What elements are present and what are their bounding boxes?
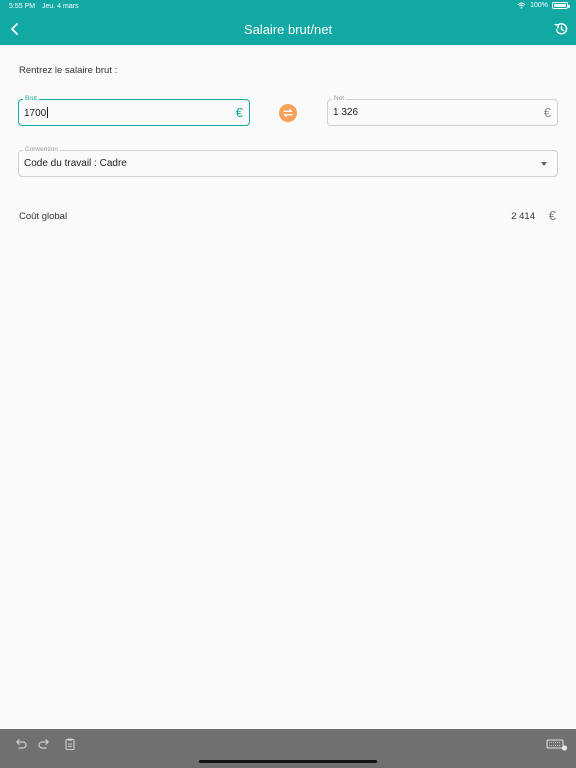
net-value: 1 326 xyxy=(333,107,359,118)
brut-value-wrap: 1700 xyxy=(24,107,49,119)
brut-label: Brut xyxy=(23,95,39,102)
euro-icon: € xyxy=(543,105,551,120)
redo-icon[interactable] xyxy=(38,737,52,751)
form-prompt: Rentrez le salaire brut : xyxy=(19,65,118,76)
dropdown-arrow-icon xyxy=(541,162,547,166)
convention-select[interactable]: Convention Code du travail : Cadre xyxy=(18,146,558,177)
cout-global-value: 2 414 xyxy=(511,211,535,222)
keyboard-dismiss-icon[interactable] xyxy=(546,737,568,751)
text-caret xyxy=(47,107,49,118)
swap-arrows-icon xyxy=(283,108,293,118)
convention-value: Code du travail : Cadre xyxy=(24,158,127,169)
euro-icon: € xyxy=(235,105,243,120)
undo-icon[interactable] xyxy=(13,737,27,751)
net-input[interactable]: Net 1 326 € xyxy=(327,95,558,126)
battery-percent: 100% xyxy=(530,2,548,9)
status-right: 100% xyxy=(517,2,570,9)
page-title: Salaire brut/net xyxy=(243,22,333,37)
status-bar: 5:55 PM Jeu. 4 mars 100% xyxy=(0,0,576,14)
status-time: 5:55 PM xyxy=(9,3,36,10)
wifi-icon xyxy=(517,2,526,9)
swap-button[interactable] xyxy=(279,104,297,122)
home-indicator xyxy=(199,760,377,763)
status-date: Jeu. 4 mars xyxy=(42,3,79,10)
paste-icon[interactable] xyxy=(63,737,77,751)
euro-icon: € xyxy=(548,208,556,223)
history-icon[interactable] xyxy=(552,20,570,38)
cout-global-label: Coût global xyxy=(19,211,68,222)
brut-input[interactable]: Brut 1700 € xyxy=(18,95,250,126)
net-label: Net xyxy=(332,95,347,102)
brut-value: 1700 xyxy=(24,108,47,119)
battery-icon xyxy=(552,2,570,9)
convention-label: Convention xyxy=(23,146,60,153)
nav-bar: Salaire brut/net xyxy=(0,14,576,45)
